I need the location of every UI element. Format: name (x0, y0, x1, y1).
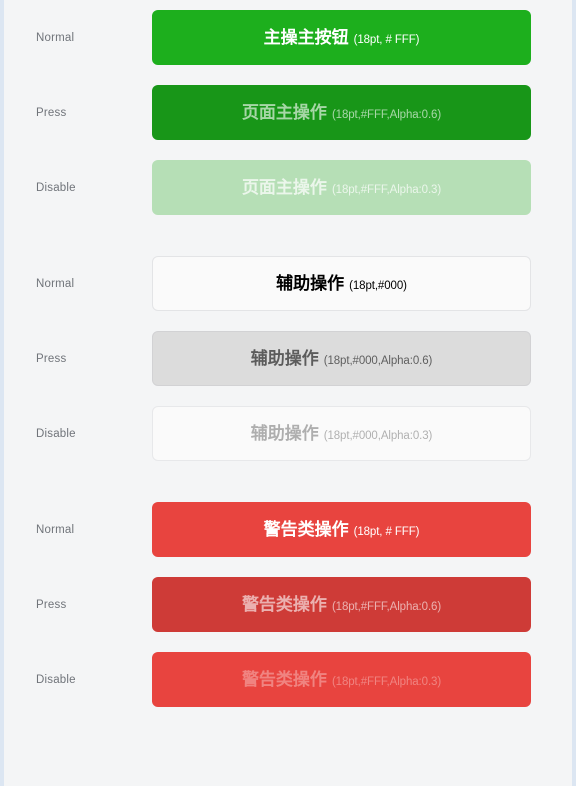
spec-group-list: Normal 主操主按钮 (18pt, # FFF) Press 页面主操作 (… (4, 0, 572, 717)
spec-row-primary-disable: Disable 页面主操作 (18pt,#FFF,Alpha:0.3) (4, 150, 572, 225)
spec-row-primary-normal: Normal 主操主按钮 (18pt, # FFF) (4, 0, 572, 75)
button-primary-normal-content: 主操主按钮 (18pt, # FFF) (264, 29, 420, 47)
state-label-warning-disable: Disable (36, 673, 76, 686)
state-label-primary-disable: Disable (36, 181, 76, 194)
button-warning-normal-content: 警告类操作 (18pt, # FFF) (264, 521, 420, 539)
button-secondary-normal-content: 辅助操作 (18pt,#000) (276, 275, 407, 293)
spec-row-warning-normal: Normal 警告类操作 (18pt, # FFF) (4, 492, 572, 567)
button-secondary-disable-label: 辅助操作 (250, 423, 319, 443)
button-warning-disable-content: 警告类操作 (18pt,#FFF,Alpha:0.3) (242, 671, 441, 689)
button-warning-press[interactable]: 警告类操作 (18pt,#FFF,Alpha:0.6) (152, 577, 531, 632)
button-primary-normal-label: 主操主按钮 (263, 27, 349, 47)
state-label-primary-press: Press (36, 106, 67, 119)
button-secondary-press-label: 辅助操作 (250, 348, 319, 368)
button-secondary-press-note: (18pt,#000,Alpha:0.6) (323, 354, 433, 367)
state-label-warning-press: Press (36, 598, 67, 611)
button-secondary-press-content: 辅助操作 (18pt,#000,Alpha:0.6) (251, 350, 433, 368)
spec-group-primary: Normal 主操主按钮 (18pt, # FFF) Press 页面主操作 (… (4, 0, 572, 225)
button-secondary-normal-label: 辅助操作 (276, 273, 345, 293)
button-warning-disable-label: 警告类操作 (241, 669, 327, 689)
button-primary-press-note: (18pt,#FFF,Alpha:0.6) (331, 108, 442, 121)
button-secondary-normal[interactable]: 辅助操作 (18pt,#000) (152, 256, 531, 311)
button-warning-normal-label: 警告类操作 (263, 519, 349, 539)
state-label-secondary-disable: Disable (36, 427, 76, 440)
state-label-primary-normal: Normal (36, 31, 75, 44)
button-secondary-normal-note: (18pt,#000) (349, 279, 407, 292)
group-divider-1 (4, 225, 572, 246)
button-warning-normal-note: (18pt, # FFF) (353, 525, 420, 538)
button-secondary-disable: 辅助操作 (18pt,#000,Alpha:0.3) (152, 406, 531, 461)
button-primary-normal[interactable]: 主操主按钮 (18pt, # FFF) (152, 10, 531, 65)
button-primary-press[interactable]: 页面主操作 (18pt,#FFF,Alpha:0.6) (152, 85, 531, 140)
button-warning-disable-note: (18pt,#FFF,Alpha:0.3) (331, 675, 442, 688)
state-label-secondary-normal: Normal (36, 277, 75, 290)
button-primary-disable-label: 页面主操作 (241, 177, 327, 197)
button-warning-press-label: 警告类操作 (241, 594, 327, 614)
button-primary-normal-note: (18pt, # FFF) (353, 33, 420, 46)
button-primary-disable-note: (18pt,#FFF,Alpha:0.3) (331, 183, 442, 196)
spec-group-secondary: Normal 辅助操作 (18pt,#000) Press 辅助操作 (18pt… (4, 246, 572, 471)
button-primary-disable-content: 页面主操作 (18pt,#FFF,Alpha:0.3) (242, 179, 441, 197)
state-label-warning-normal: Normal (36, 523, 75, 536)
spec-row-secondary-disable: Disable 辅助操作 (18pt,#000,Alpha:0.3) (4, 396, 572, 471)
button-primary-disable: 页面主操作 (18pt,#FFF,Alpha:0.3) (152, 160, 531, 215)
spec-row-warning-press: Press 警告类操作 (18pt,#FFF,Alpha:0.6) (4, 567, 572, 642)
spec-row-primary-press: Press 页面主操作 (18pt,#FFF,Alpha:0.6) (4, 75, 572, 150)
button-warning-press-note: (18pt,#FFF,Alpha:0.6) (331, 600, 442, 613)
group-divider-2 (4, 471, 572, 492)
state-label-secondary-press: Press (36, 352, 67, 365)
button-primary-press-label: 页面主操作 (241, 102, 327, 122)
spec-row-warning-disable: Disable 警告类操作 (18pt,#FFF,Alpha:0.3) (4, 642, 572, 717)
button-warning-disable: 警告类操作 (18pt,#FFF,Alpha:0.3) (152, 652, 531, 707)
spec-group-warning: Normal 警告类操作 (18pt, # FFF) Press 警告类操作 (… (4, 492, 572, 717)
button-warning-press-content: 警告类操作 (18pt,#FFF,Alpha:0.6) (242, 596, 441, 614)
spec-row-secondary-press: Press 辅助操作 (18pt,#000,Alpha:0.6) (4, 321, 572, 396)
button-secondary-disable-note: (18pt,#000,Alpha:0.3) (323, 429, 433, 442)
spec-row-secondary-normal: Normal 辅助操作 (18pt,#000) (4, 246, 572, 321)
button-warning-normal[interactable]: 警告类操作 (18pt, # FFF) (152, 502, 531, 557)
button-spec-sheet: Normal 主操主按钮 (18pt, # FFF) Press 页面主操作 (… (4, 0, 572, 786)
button-primary-press-content: 页面主操作 (18pt,#FFF,Alpha:0.6) (242, 104, 441, 122)
button-secondary-disable-content: 辅助操作 (18pt,#000,Alpha:0.3) (251, 425, 433, 443)
button-secondary-press[interactable]: 辅助操作 (18pt,#000,Alpha:0.6) (152, 331, 531, 386)
